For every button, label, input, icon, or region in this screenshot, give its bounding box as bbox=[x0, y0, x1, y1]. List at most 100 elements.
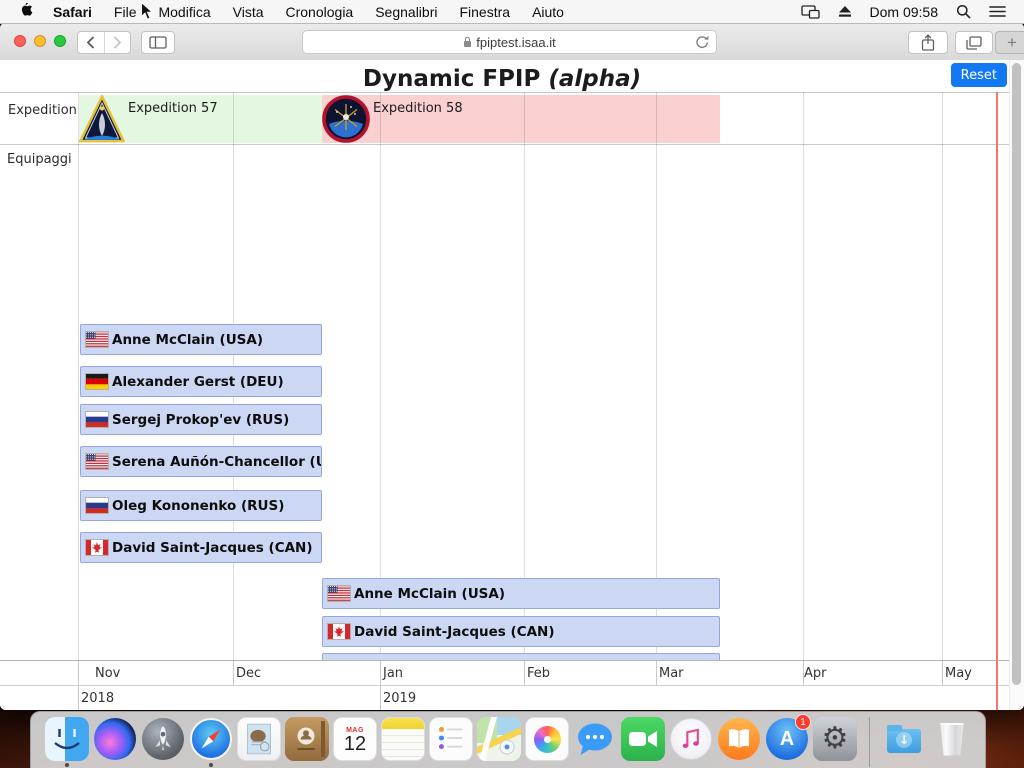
menu-item-segnalibri[interactable]: Segnalibri bbox=[375, 4, 437, 20]
crew-bar[interactable]: Serena Auñón-Chancellor (USA) bbox=[80, 446, 322, 477]
dock-icon-contacts[interactable] bbox=[285, 717, 329, 767]
lock-icon bbox=[463, 36, 472, 48]
expedition-block-57[interactable]: Expedition 57 bbox=[79, 95, 322, 143]
dock-icon-calendar[interactable]: MAG12 bbox=[333, 717, 377, 767]
year-label-2018: 2018 bbox=[81, 691, 114, 706]
crew-bar[interactable]: Sergej Prokop'ev (RUS) bbox=[80, 404, 322, 435]
grid-line bbox=[803, 92, 804, 660]
dock-icon-appstore[interactable]: A1 bbox=[765, 717, 809, 767]
dock: MAG12 A1⚙ ↓ bbox=[30, 711, 986, 768]
crew-name: David Saint-Jacques (CAN) bbox=[112, 540, 313, 556]
year-tick bbox=[380, 686, 381, 710]
reset-button[interactable]: Reset bbox=[951, 63, 1007, 87]
dock-icon-safari[interactable] bbox=[189, 717, 233, 767]
crew-name: Oleg Kononenko (RUS) bbox=[112, 498, 284, 514]
address-bar[interactable]: fpiptest.isaa.it bbox=[302, 30, 717, 54]
crew-bar[interactable]: Anne McClain (USA) bbox=[80, 324, 322, 355]
row-label-expedition: Expedition bbox=[8, 103, 77, 118]
apple-logo bbox=[20, 3, 35, 20]
month-label-nov: Nov bbox=[95, 666, 120, 681]
expedition-label: Expedition 57 bbox=[128, 101, 218, 116]
crew-name: Anne McClain (USA) bbox=[112, 332, 263, 348]
crew-name: Alexander Gerst (DEU) bbox=[112, 374, 284, 390]
month-label-feb: Feb bbox=[527, 666, 550, 681]
apple-menu-icon[interactable] bbox=[20, 3, 35, 20]
menu-status-area: Dom 09:58 bbox=[801, 4, 1024, 20]
crew-name: David Saint-Jacques (CAN) bbox=[354, 624, 555, 640]
dock-icon-trash[interactable] bbox=[930, 717, 974, 767]
crew-bar[interactable]: Anne McClain (USA) bbox=[322, 578, 720, 609]
close-window-button[interactable] bbox=[14, 35, 26, 47]
dock-icon-mail[interactable] bbox=[237, 717, 281, 767]
dock-icon-facetime[interactable] bbox=[621, 717, 665, 767]
month-label-apr: Apr bbox=[804, 666, 827, 681]
page-scrollbar[interactable] bbox=[1009, 60, 1024, 710]
display-mirroring-icon[interactable] bbox=[801, 5, 820, 19]
notification-list-icon[interactable] bbox=[989, 5, 1006, 18]
expedition-row-border bbox=[0, 144, 1010, 145]
month-label-may: May bbox=[945, 666, 972, 681]
zoom-window-button[interactable] bbox=[54, 35, 66, 47]
app-store-badge: 1 bbox=[795, 714, 811, 730]
tab-overview-button[interactable] bbox=[955, 31, 993, 54]
month-tick bbox=[656, 661, 657, 685]
dock-icon-itunes[interactable] bbox=[669, 717, 713, 767]
dock-icon-downloads[interactable]: ↓ bbox=[882, 717, 926, 767]
minimize-window-button[interactable] bbox=[34, 35, 46, 47]
menu-item-finestra[interactable]: Finestra bbox=[459, 4, 510, 20]
grid-line bbox=[524, 92, 525, 660]
month-tick bbox=[78, 661, 79, 685]
grid-line bbox=[942, 92, 943, 660]
crew-bar[interactable]: Oleg Kononenko (RUS) bbox=[80, 490, 322, 521]
menu-item-safari[interactable]: Safari bbox=[53, 4, 92, 20]
month-tick bbox=[524, 661, 525, 685]
month-tick bbox=[233, 661, 234, 685]
menu-clock[interactable]: Dom 09:58 bbox=[870, 4, 938, 20]
browser-toolbar: fpiptest.isaa.it + bbox=[0, 23, 1024, 61]
menu-item-file[interactable]: File bbox=[114, 4, 137, 20]
safari-window: fpiptest.isaa.it + Dynamic FPIP (alpha) … bbox=[0, 23, 1024, 710]
share-button[interactable] bbox=[908, 31, 948, 54]
menu-item-aiuto[interactable]: Aiuto bbox=[532, 4, 564, 20]
dock-icon-finder[interactable] bbox=[45, 717, 89, 767]
table-top-border bbox=[0, 92, 1010, 93]
url-text: fpiptest.isaa.it bbox=[476, 35, 556, 50]
dock-icon-ibooks[interactable] bbox=[717, 717, 761, 767]
expedition-block-58[interactable]: Expedition 58 bbox=[322, 95, 720, 143]
sidebar-toggle-button[interactable] bbox=[141, 31, 175, 54]
axis-months-row: NovDecJanFebMarAprMay bbox=[0, 660, 1024, 685]
dock-icon-launchpad[interactable] bbox=[141, 717, 185, 767]
calendar-day-text: 12 bbox=[344, 734, 366, 754]
dock-icon-maps[interactable] bbox=[477, 717, 521, 767]
crew-bar[interactable]: David Saint-Jacques (CAN) bbox=[80, 532, 322, 563]
reload-icon[interactable] bbox=[695, 35, 709, 53]
menu-item-cronologia[interactable]: Cronologia bbox=[286, 4, 354, 20]
dock-icon-notes[interactable] bbox=[381, 717, 425, 767]
new-tab-button[interactable]: + bbox=[995, 31, 1024, 54]
web-page: Dynamic FPIP (alpha) Reset Expedition Eq… bbox=[0, 60, 1024, 710]
dock-icon-reminders[interactable] bbox=[429, 717, 473, 767]
dock-separator bbox=[869, 717, 870, 767]
nav-buttons bbox=[77, 31, 131, 54]
search-icon[interactable] bbox=[956, 4, 971, 19]
month-label-dec: Dec bbox=[236, 666, 261, 681]
dock-icon-photos[interactable] bbox=[525, 717, 569, 767]
grid-line bbox=[78, 92, 79, 660]
eject-icon[interactable] bbox=[838, 5, 852, 18]
expedition-57-patch-icon bbox=[79, 95, 125, 143]
expedition-58-patch-icon bbox=[322, 95, 370, 143]
dock-icon-messages[interactable] bbox=[573, 717, 617, 767]
month-tick bbox=[942, 661, 943, 685]
menu-item-vista[interactable]: Vista bbox=[233, 4, 264, 20]
scrollbar-thumb[interactable] bbox=[1012, 63, 1021, 685]
row-label-crews: Equipaggi bbox=[7, 152, 72, 167]
crew-bar[interactable]: Alexander Gerst (DEU) bbox=[80, 366, 322, 397]
dock-icon-siri[interactable] bbox=[93, 717, 137, 767]
forward-button[interactable] bbox=[104, 32, 131, 53]
dock-icon-sysprefs[interactable]: ⚙ bbox=[813, 717, 857, 767]
back-button[interactable] bbox=[78, 32, 104, 53]
menu-item-modifica[interactable]: Modifica bbox=[158, 4, 210, 20]
crew-name: Anne McClain (USA) bbox=[354, 586, 505, 602]
crew-bar[interactable]: David Saint-Jacques (CAN) bbox=[322, 616, 720, 647]
year-tick bbox=[78, 686, 79, 710]
